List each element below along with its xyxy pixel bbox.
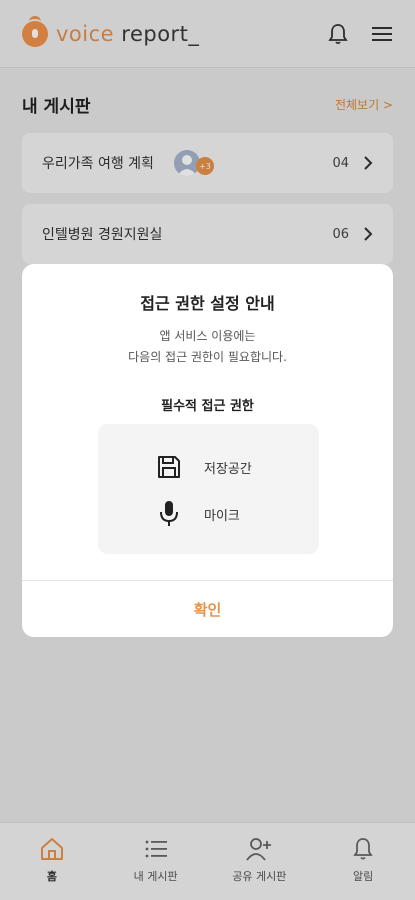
required-permissions-title: 필수적 접근 권한	[161, 399, 254, 414]
dialog-description: 앱 서비스 이용에는 다음의 접근 권한이 필요합니다.	[22, 326, 393, 368]
microphone-icon	[156, 501, 182, 527]
confirm-button[interactable]: 확인	[22, 581, 393, 637]
permission-dialog: 접근 권한 설정 안내 앱 서비스 이용에는 다음의 접근 권한이 필요합니다.…	[22, 264, 393, 637]
permission-list: 저장공간 마이크	[98, 424, 319, 554]
permission-microphone: 마이크	[156, 501, 240, 527]
save-disk-icon	[156, 454, 182, 480]
dialog-description-line: 다음의 접근 권한이 필요합니다.	[128, 350, 287, 364]
dialog-title: 접근 권한 설정 안내	[140, 294, 275, 313]
permission-storage: 저장공간	[156, 454, 252, 480]
permission-label: 저장공간	[204, 461, 252, 477]
dialog-description-line: 앱 서비스 이용에는	[159, 329, 256, 343]
permission-label: 마이크	[204, 508, 240, 524]
